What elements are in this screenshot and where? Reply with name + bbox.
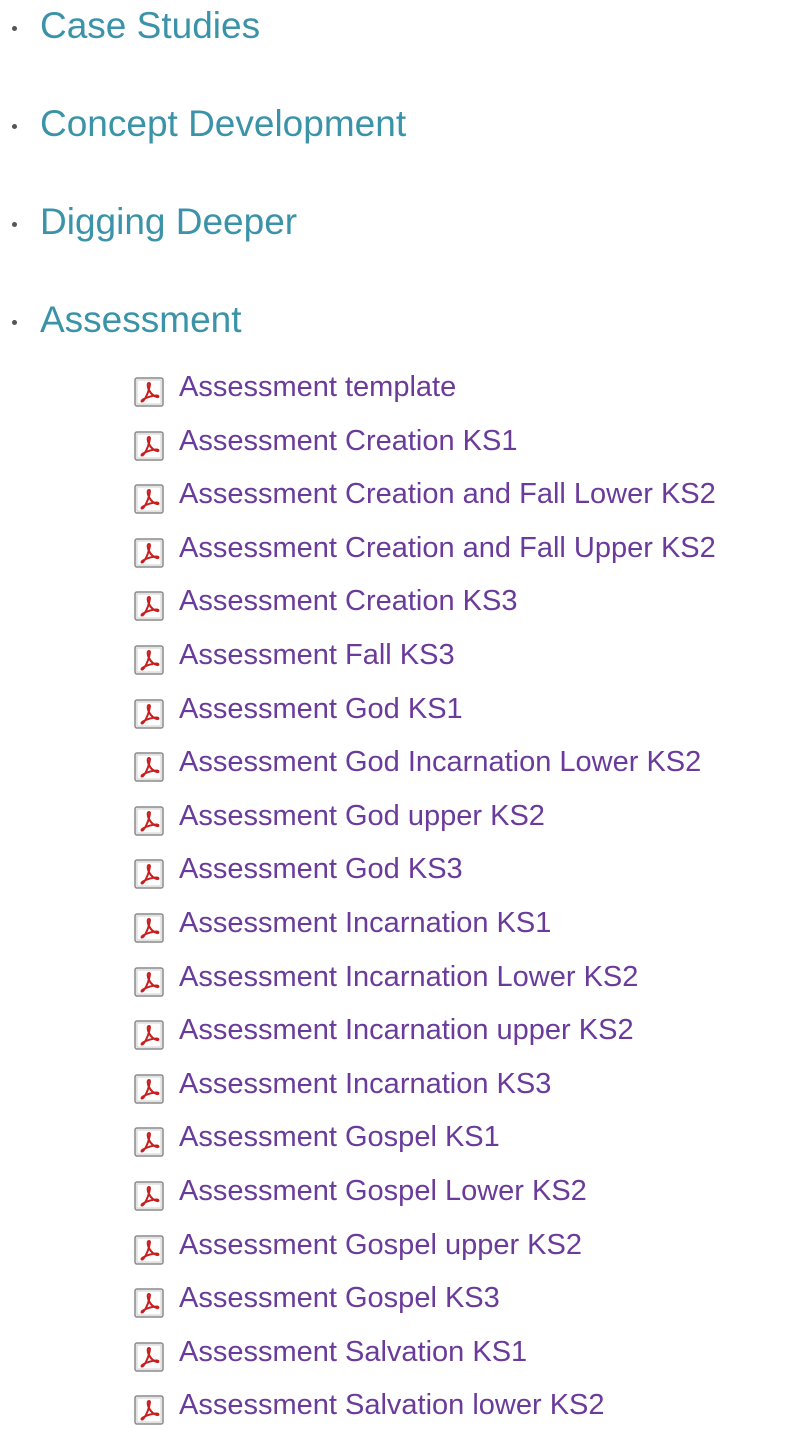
bullet-icon (12, 320, 17, 325)
file-link[interactable]: Assessment God KS3 (179, 850, 463, 888)
pdf-icon (134, 1020, 164, 1050)
section-item-concept-development: Concept Development (0, 98, 801, 196)
file-link[interactable]: Assessment Gospel upper KS2 (179, 1226, 582, 1264)
pdf-icon (134, 806, 164, 836)
bullet-icon (12, 124, 17, 129)
pdf-icon (134, 645, 164, 675)
pdf-icon (134, 752, 164, 782)
pdf-icon (134, 430, 164, 461)
bullet-icon (12, 26, 17, 31)
pdf-icon (134, 859, 164, 890)
file-link[interactable]: Assessment Fall KS3 (179, 636, 455, 674)
pdf-icon (134, 1288, 164, 1318)
file-link[interactable]: Assessment God KS1 (179, 690, 463, 728)
pdf-icon (134, 1073, 164, 1104)
pdf-icon (134, 1181, 164, 1211)
file-link[interactable]: Assessment Gospel KS3 (179, 1279, 500, 1317)
pdf-icon (134, 1234, 164, 1265)
section-item-digging-deeper: Digging Deeper (0, 196, 801, 294)
section-link-assessment[interactable]: Assessment (40, 297, 242, 343)
file-link[interactable]: Assessment Creation KS1 (179, 422, 517, 460)
file-link[interactable]: Assessment Incarnation upper KS2 (179, 1011, 634, 1049)
pdf-icon (134, 1395, 164, 1426)
file-link[interactable]: Assessment template (179, 368, 456, 406)
section-list: Case Studies Concept Development Digging… (0, 0, 801, 392)
pdf-icon (134, 698, 164, 729)
pdf-icon (134, 591, 164, 622)
pdf-icon (134, 1127, 164, 1158)
file-link[interactable]: Assessment Creation KS3 (179, 582, 517, 620)
pdf-icon (134, 913, 164, 943)
section-link-case-studies[interactable]: Case Studies (40, 3, 260, 49)
file-link[interactable]: Assessment God upper KS2 (179, 797, 545, 835)
pdf-icon (134, 1341, 164, 1372)
file-link[interactable]: Assessment Creation and Fall Upper KS2 (179, 529, 716, 567)
pdf-icon (134, 966, 164, 997)
file-link[interactable]: Assessment Incarnation KS1 (179, 904, 551, 942)
section-link-digging-deeper[interactable]: Digging Deeper (40, 199, 297, 245)
bullet-icon (12, 222, 17, 227)
file-link[interactable]: Assessment Salvation KS1 (179, 1333, 527, 1371)
pdf-icon (134, 377, 164, 407)
pdf-icon (134, 538, 164, 568)
file-link[interactable]: Assessment Incarnation Lower KS2 (179, 958, 638, 996)
file-link[interactable]: Assessment Gospel Lower KS2 (179, 1172, 587, 1210)
file-link[interactable]: Assessment Creation and Fall Lower KS2 (179, 475, 716, 513)
file-link[interactable]: Assessment Incarnation KS3 (179, 1065, 551, 1103)
section-link-concept-development[interactable]: Concept Development (40, 101, 406, 147)
file-link[interactable]: Assessment Salvation lower KS2 (179, 1386, 605, 1424)
file-link[interactable]: Assessment Gospel KS1 (179, 1118, 500, 1156)
section-item-case-studies: Case Studies (0, 0, 801, 98)
pdf-icon (134, 484, 164, 514)
file-link[interactable]: Assessment God Incarnation Lower KS2 (179, 743, 701, 781)
